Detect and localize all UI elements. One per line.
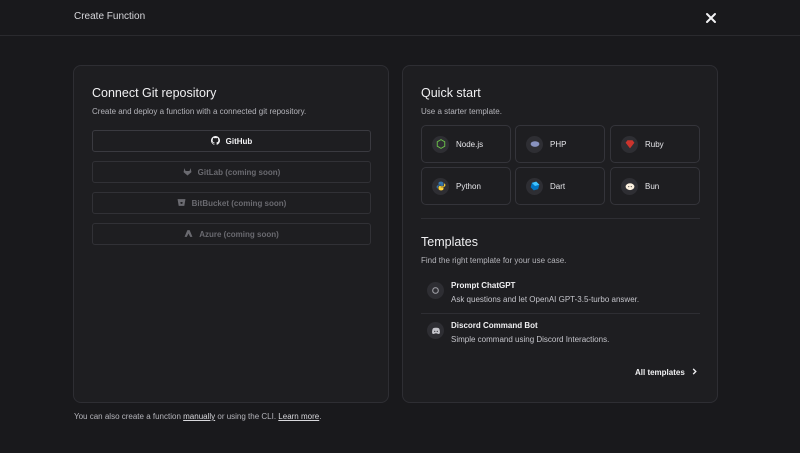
template-prompt-chatgpt[interactable]: Prompt ChatGPT Ask questions and let Ope… (427, 278, 700, 314)
templates-description: Find the right template for your use cas… (421, 256, 567, 265)
openai-icon (427, 282, 444, 299)
dart-icon (526, 177, 543, 195)
runtime-label: PHP (550, 139, 567, 149)
close-icon[interactable] (704, 11, 718, 25)
runtime-dart[interactable]: Dart (515, 167, 605, 205)
runtime-python[interactable]: Python (421, 167, 511, 205)
git-repository-card: Connect Git repository Create and deploy… (73, 65, 389, 403)
runtime-label: Bun (645, 181, 660, 191)
footer-text: . (319, 412, 322, 421)
git-heading: Connect Git repository (92, 86, 217, 100)
bitbucket-icon (177, 198, 186, 209)
github-label: GitHub (225, 136, 253, 146)
footer-text: You can also create a function (74, 412, 184, 421)
gitlab-icon (183, 167, 192, 178)
quickstart-heading: Quick start (421, 86, 481, 100)
template-description: Ask questions and let OpenAI GPT-3.5-tur… (451, 295, 640, 304)
template-discord-command-bot[interactable]: Discord Command Bot Simple command using… (427, 318, 700, 354)
footer-text: or using the CLI. (215, 412, 279, 421)
bitbucket-button: BitBucket (coming soon) (92, 192, 371, 214)
runtime-ruby[interactable]: Ruby (610, 125, 700, 163)
modal-title: Create Function (74, 11, 146, 22)
azure-label: Azure (coming soon) (199, 229, 279, 239)
azure-icon (184, 229, 193, 240)
github-icon (210, 135, 220, 147)
template-name: Discord Command Bot (451, 321, 538, 330)
runtime-label: Dart (550, 181, 566, 191)
quick-start-card: Quick start Use a starter template. Node… (402, 65, 718, 403)
runtime-label: Python (456, 181, 481, 191)
template-description: Simple command using Discord Interaction… (451, 335, 610, 344)
azure-button: Azure (coming soon) (92, 223, 371, 245)
nodejs-icon (432, 135, 449, 153)
template-name: Prompt ChatGPT (451, 281, 516, 290)
ruby-icon (621, 135, 638, 153)
section-divider (421, 218, 700, 219)
learn-more-link[interactable]: Learn more (278, 412, 319, 421)
all-templates-link[interactable]: All templates (635, 368, 698, 377)
quickstart-description: Use a starter template. (421, 107, 502, 116)
runtime-label: Node.js (456, 139, 484, 149)
runtime-bun[interactable]: Bun (610, 167, 700, 205)
bitbucket-label: BitBucket (coming soon) (191, 198, 287, 208)
github-button[interactable]: GitHub (92, 130, 371, 152)
modal-header: Create Function (0, 0, 800, 36)
bun-icon (621, 177, 638, 195)
footer-note: You can also create a function manually … (74, 412, 321, 421)
python-icon (432, 177, 449, 195)
templates-heading: Templates (421, 235, 478, 249)
runtime-php[interactable]: PHP (515, 125, 605, 163)
runtime-label: Ruby (645, 139, 664, 149)
manual-link[interactable]: manually (183, 412, 215, 421)
runtime-nodejs[interactable]: Node.js (421, 125, 511, 163)
template-divider (421, 313, 700, 314)
all-templates-label: All templates (635, 368, 685, 377)
php-icon (526, 135, 543, 153)
gitlab-button: GitLab (coming soon) (92, 161, 371, 183)
chevron-right-icon (691, 368, 698, 377)
gitlab-label: GitLab (coming soon) (197, 167, 281, 177)
git-description: Create and deploy a function with a conn… (92, 107, 307, 116)
discord-icon (427, 322, 444, 339)
